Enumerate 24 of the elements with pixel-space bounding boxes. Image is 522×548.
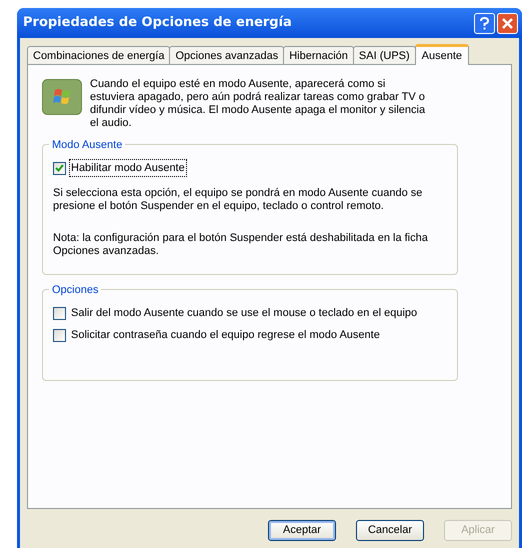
checkbox-label[interactable]: Salir del modo Ausente cuando se use el mouse o teclado en el equipo — [70, 304, 418, 322]
checkbox-label[interactable]: Habilitar modo Ausente — [70, 160, 186, 176]
checkbox-label[interactable]: Solicitar contraseña cuando el equipo regrese el modo Ausente — [70, 326, 381, 344]
tab[interactable]: SAI (UPS) — [352, 46, 416, 65]
intro-text: Cuando el equipo esté en modo Ausente, aparecerá como si estuviera apagado, pero aún podrá realizar tareas como grabar TV o difundir vídeo y música. El modo Ausente apaga el monitor y silencia el audio. — [90, 77, 426, 130]
checkbox[interactable] — [53, 162, 66, 174]
description-text: Si selecciona esta opción, el equipo se pondrá en modo Ausente cuando se presione el botón Suspender en el equipo, teclado o control remoto. — [53, 187, 424, 213]
windows-logo-icon — [42, 79, 82, 115]
help-button[interactable] — [474, 12, 495, 34]
tab[interactable]: Combinaciones de energía — [27, 46, 170, 65]
checkmark-icon — [55, 164, 64, 172]
tab[interactable]: Opciones avanzadas — [169, 46, 284, 65]
description-text: Nota: la configuración para el botón Suspender está deshabilitada en la ficha Opciones avanzadas. — [53, 232, 429, 258]
help-icon — [480, 16, 489, 30]
group-title: Opciones — [49, 282, 102, 298]
close-button[interactable] — [497, 12, 518, 34]
tab[interactable]: Ausente — [414, 44, 470, 65]
checkbox[interactable] — [53, 306, 66, 320]
tab[interactable]: Hibernación — [283, 46, 354, 65]
checkbox[interactable] — [53, 328, 66, 342]
window-title: Propiedades de Opciones de energía — [23, 14, 293, 32]
close-icon — [502, 18, 513, 28]
dialog-button[interactable]: Aceptar — [268, 520, 336, 541]
dialog-button[interactable]: Cancelar — [356, 520, 424, 541]
